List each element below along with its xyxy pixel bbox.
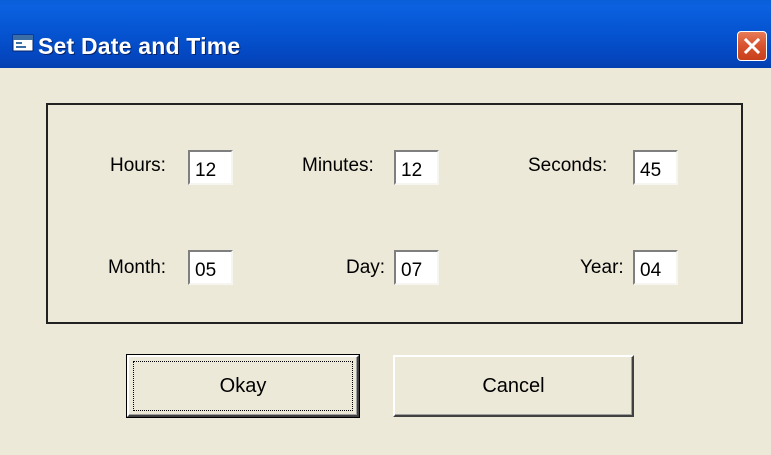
okay-button-label: Okay <box>219 374 267 397</box>
day-input[interactable] <box>394 250 439 285</box>
date-time-group-frame <box>46 103 743 324</box>
hours-label: Hours: <box>110 155 166 176</box>
cancel-button[interactable]: Cancel <box>393 355 634 417</box>
okay-button[interactable]: Okay <box>126 354 360 418</box>
minutes-label: Minutes: <box>302 155 374 176</box>
cancel-button-label: Cancel <box>482 374 545 397</box>
minutes-input[interactable] <box>394 150 439 185</box>
app-window-icon <box>12 34 34 52</box>
year-input[interactable] <box>633 250 678 285</box>
month-label: Month: <box>108 257 167 278</box>
hours-input[interactable] <box>188 150 233 185</box>
year-label: Year: <box>580 257 624 278</box>
set-date-time-dialog: Set Date and Time Hours: Minutes: Second… <box>0 0 771 455</box>
close-icon <box>743 37 761 55</box>
seconds-label: Seconds: <box>528 155 608 176</box>
close-button[interactable] <box>737 31 767 61</box>
seconds-input[interactable] <box>633 150 678 185</box>
title-bar[interactable]: Set Date and Time <box>0 0 771 68</box>
window-title: Set Date and Time <box>38 33 241 59</box>
day-label: Day: <box>346 257 386 278</box>
month-input[interactable] <box>188 250 233 285</box>
